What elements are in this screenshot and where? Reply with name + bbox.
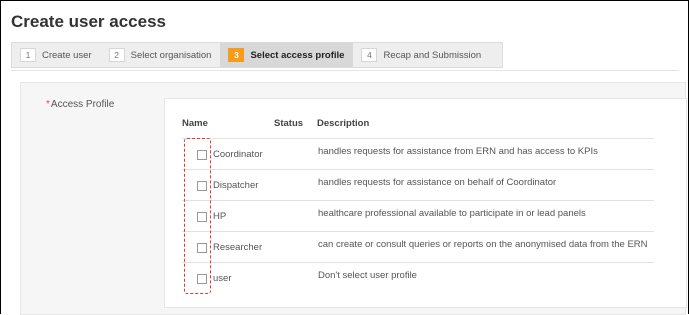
wizard-step-select-organisation[interactable]: 2 Select organisation bbox=[101, 43, 221, 67]
profile-name: user bbox=[213, 273, 232, 284]
profile-description: Don't select user profile bbox=[318, 270, 417, 281]
profile-name: Coordinator bbox=[213, 149, 263, 160]
table-row: HP healthcare professional available to … bbox=[182, 200, 654, 232]
column-header-status: Status bbox=[274, 118, 304, 129]
step-label: Select organisation bbox=[130, 49, 212, 61]
wizard-step-recap-and-submission[interactable]: 4 Recap and Submission bbox=[353, 43, 490, 67]
step-number: 4 bbox=[361, 48, 378, 62]
table-row: Researcher can create or consult queries… bbox=[182, 231, 654, 263]
step-label: Select access profile bbox=[250, 49, 345, 61]
profile-description: handles requests for assistance on behal… bbox=[318, 177, 557, 188]
access-profile-label-text: Access Profile bbox=[50, 99, 115, 110]
profile-name: HP bbox=[213, 211, 227, 222]
checkbox-column-highlight bbox=[184, 138, 211, 294]
step-label: Recap and Submission bbox=[383, 49, 482, 61]
wizard-steps: 1 Create user 2 Select organisation 3 Se… bbox=[11, 42, 503, 68]
required-marker: * bbox=[46, 99, 50, 110]
table-row: Coordinator handles requests for assista… bbox=[182, 138, 654, 170]
profile-description: healthcare professional available to par… bbox=[318, 208, 586, 219]
column-header-description: Description bbox=[317, 118, 370, 129]
access-profile-table: Name Status Description Coordinator hand… bbox=[164, 98, 687, 308]
profile-description: can create or consult queries or reports… bbox=[318, 239, 648, 250]
step-number: 3 bbox=[228, 48, 245, 62]
profile-description: handles requests for assistance from ERN… bbox=[318, 146, 598, 157]
wizard-step-create-user[interactable]: 1 Create user bbox=[12, 43, 101, 67]
table-row: Dispatcher handles requests for assistan… bbox=[182, 169, 654, 201]
profile-name: Dispatcher bbox=[213, 180, 259, 191]
divider bbox=[11, 70, 679, 71]
table-row: user Don't select user profile bbox=[182, 262, 654, 294]
step-number: 1 bbox=[20, 48, 36, 62]
access-profile-label: *Access Profile bbox=[46, 99, 114, 110]
column-header-name: Name bbox=[182, 118, 208, 129]
access-profile-panel: *Access Profile Name Status Description … bbox=[20, 82, 687, 315]
wizard-step-select-access-profile[interactable]: 3 Select access profile bbox=[220, 43, 354, 67]
step-number: 2 bbox=[108, 48, 125, 62]
profile-name: Researcher bbox=[213, 242, 263, 253]
page-title: Create user access bbox=[11, 12, 167, 31]
step-label: Create user bbox=[42, 49, 92, 61]
